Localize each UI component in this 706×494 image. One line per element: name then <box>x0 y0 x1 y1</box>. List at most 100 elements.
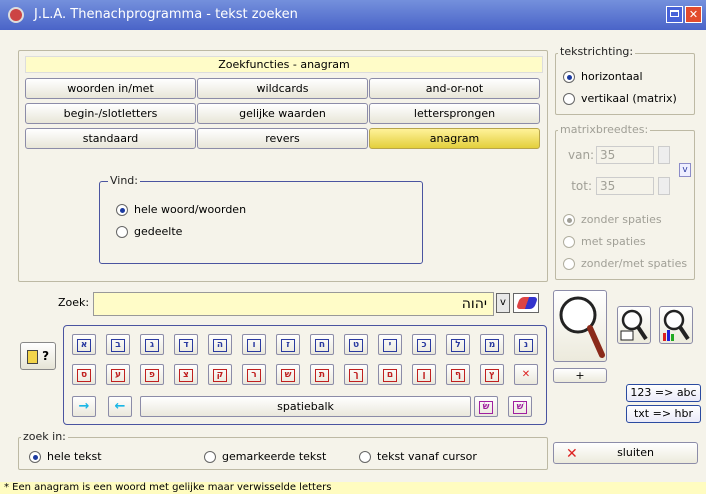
radio-empty-icon <box>116 225 128 238</box>
help-button[interactable]: ? <box>20 342 56 370</box>
close-window-button[interactable]: ✕ <box>685 6 702 23</box>
letter-key[interactable]: ט <box>344 334 368 355</box>
search-button[interactable] <box>553 290 607 362</box>
letter-key[interactable]: ק <box>208 364 232 385</box>
letter-key[interactable]: י <box>378 334 402 355</box>
letter-key[interactable]: ת <box>310 364 334 385</box>
radio-gemarkeerde-tekst[interactable]: gemarkeerde tekst <box>204 450 326 463</box>
letter-key[interactable]: נ <box>514 334 538 355</box>
search-input[interactable]: יהוה <box>93 292 494 316</box>
letter-key[interactable]: ב <box>106 334 130 355</box>
radio-zonder-spaties[interactable]: zonder spaties <box>563 213 662 226</box>
stepper-arrows-icon[interactable] <box>658 177 670 195</box>
text-direction-legend: tekstrichting: <box>558 45 636 58</box>
letter-key[interactable]: ץ <box>480 364 504 385</box>
mode-button-standaard[interactable]: standaard <box>25 128 196 149</box>
mode-button-gelijke-waarden[interactable]: gelijke waarden <box>197 103 368 124</box>
hebrew-keyboard: אבגדהוזחטיכלמנ ס ע פ צ ק ר ש ת ך ם ן ף ץ ✕ → ← spatie… <box>63 325 547 425</box>
matrix-v-button[interactable]: v <box>679 163 691 177</box>
mode-button-woorden-in-met[interactable]: woorden in/met <box>25 78 196 99</box>
matrix-width-panel: matrixbreedtes: van: 35 tot: 35 v zonder s… <box>555 123 695 280</box>
eraser-button[interactable] <box>513 293 539 313</box>
radio-selected-icon <box>563 213 575 226</box>
stepper-arrows-icon[interactable] <box>658 146 670 164</box>
mode-button-begin-slotletters[interactable]: begin-/slotletters <box>25 103 196 124</box>
radio-hele-woord[interactable]: hele woord/woorden <box>116 203 246 216</box>
radio-empty-icon <box>563 235 575 248</box>
letter-key[interactable]: כ <box>412 334 436 355</box>
letter-key[interactable]: ו <box>242 334 266 355</box>
van-stepper[interactable]: van: 35 <box>568 146 670 164</box>
letter-key[interactable]: א <box>72 334 96 355</box>
number-to-letter-button[interactable]: 123 => abc <box>626 384 701 402</box>
spacebar[interactable]: spatiebalk <box>140 396 471 417</box>
letter-key[interactable]: ע <box>106 364 130 385</box>
window-title: J.L.A. Thenachprogramma - tekst zoeken <box>34 7 298 22</box>
letter-key[interactable]: ך <box>344 364 368 385</box>
radio-selected-icon <box>563 70 575 83</box>
letter-key[interactable]: ז <box>276 334 300 355</box>
mode-button-lettersprongen[interactable]: lettersprongen <box>369 103 540 124</box>
letter-key[interactable]: ר <box>242 364 266 385</box>
keyboard-help-icon <box>26 349 38 364</box>
app-icon <box>8 7 24 23</box>
matrix-legend: matrixbreedtes: <box>558 123 651 136</box>
radio-selected-icon <box>29 450 41 463</box>
letter-key[interactable]: ה <box>208 334 232 355</box>
letter-key[interactable]: פ <box>140 364 164 385</box>
radio-vertikaal[interactable]: vertikaal (matrix) <box>563 92 677 105</box>
shin-variant-key[interactable]: שׂ <box>474 396 498 417</box>
radio-gedeelte[interactable]: gedeelte <box>116 225 182 238</box>
letter-key[interactable]: צ <box>174 364 198 385</box>
add-search-button[interactable]: + <box>553 368 607 383</box>
search-text-button[interactable] <box>617 306 651 344</box>
letter-key[interactable]: ן <box>412 364 436 385</box>
find-legend: Vind: <box>108 174 140 187</box>
shin-variant-key[interactable]: שׁ <box>508 396 532 417</box>
search-label: Zoek: <box>58 296 90 309</box>
mode-button-revers[interactable]: revers <box>197 128 368 149</box>
maximize-icon <box>670 10 679 17</box>
radio-empty-icon <box>563 257 575 270</box>
search-in-panel: zoek in: hele tekst gemarkeerde tekst te… <box>18 430 548 470</box>
eraser-icon <box>515 297 539 309</box>
letter-key[interactable]: ג <box>140 334 164 355</box>
delete-key[interactable]: ✕ <box>514 364 538 385</box>
mode-button-wildcards[interactable]: wildcards <box>197 78 368 99</box>
text-to-hebrew-button[interactable]: txt => hbr <box>626 405 701 423</box>
panel-header: Zoekfuncties - anagram <box>25 56 543 73</box>
search-in-legend: zoek in: <box>21 430 68 443</box>
radio-empty-icon <box>204 450 216 463</box>
radio-horizontaal[interactable]: horizontaal <box>563 70 643 83</box>
letter-key[interactable]: ל <box>446 334 470 355</box>
radio-hele-tekst[interactable]: hele tekst <box>29 450 102 463</box>
letter-key[interactable]: ד <box>174 334 198 355</box>
radio-met-spaties[interactable]: met spaties <box>563 235 646 248</box>
maximize-button[interactable] <box>666 6 683 23</box>
magnifier-doc-icon <box>620 309 648 341</box>
text-direction-panel: tekstrichting: horizontaal vertikaal (ma… <box>555 45 695 115</box>
title-bar: J.L.A. Thenachprogramma - tekst zoeken ✕ <box>0 0 706 30</box>
mode-button-anagram[interactable]: anagram <box>369 128 540 149</box>
letter-key[interactable]: מ <box>480 334 504 355</box>
arrow-right-key[interactable]: → <box>72 396 96 417</box>
letter-key[interactable]: ס <box>72 364 96 385</box>
search-history-dropdown[interactable]: v <box>496 293 510 313</box>
radio-empty-icon <box>563 92 575 105</box>
close-button[interactable]: ✕ sluiten <box>553 442 698 464</box>
status-bar: * Een anagram is een woord met gelijke m… <box>0 482 706 494</box>
letter-key[interactable]: ף <box>446 364 470 385</box>
radio-empty-icon <box>359 450 371 463</box>
magnifier-chart-icon <box>663 309 690 341</box>
tot-stepper[interactable]: tot: 35 <box>568 177 670 195</box>
arrow-left-key[interactable]: ← <box>108 396 132 417</box>
radio-zonder-met-spaties[interactable]: zonder/met spaties <box>563 257 687 270</box>
app-window: J.L.A. Thenachprogramma - tekst zoeken ✕… <box>0 0 706 494</box>
letter-key[interactable]: ש <box>276 364 300 385</box>
radio-tekst-vanaf-cursor[interactable]: tekst vanaf cursor <box>359 450 477 463</box>
letter-key[interactable]: ם <box>378 364 402 385</box>
search-stats-button[interactable] <box>659 306 693 344</box>
mode-button-and-or-not[interactable]: and-or-not <box>369 78 540 99</box>
magnifier-icon <box>559 296 605 358</box>
letter-key[interactable]: ח <box>310 334 334 355</box>
